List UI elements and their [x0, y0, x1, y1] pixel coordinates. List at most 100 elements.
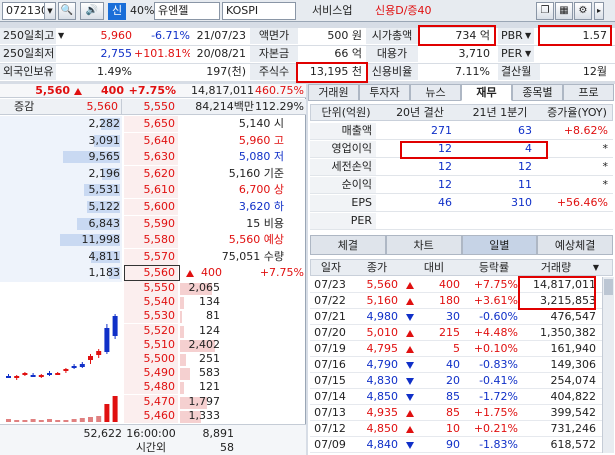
top-toolbar: 072130 ▼ 🔍 🔊 신 40% 유엔젤 KOSPI 서비스업 신용D/증4…: [0, 0, 615, 22]
daily-close: 4,795: [366, 342, 399, 355]
up-arrow-icon: [406, 293, 414, 309]
search-icon[interactable]: 🔍: [58, 2, 76, 20]
daily-close: 4,935: [366, 406, 399, 419]
dropdown-icon[interactable]: ▼: [58, 28, 68, 44]
bid-price[interactable]: 5,520: [124, 323, 178, 338]
ask-row[interactable]: 9,565 5,630 5,080 저: [0, 149, 306, 166]
ask-price[interactable]: 5,570: [124, 248, 178, 265]
daily-row[interactable]: 07/13 4,935 85 +1.75% 399,542: [310, 405, 602, 421]
tab-0[interactable]: 거래원: [308, 84, 359, 101]
ask-row[interactable]: 5,531 5,610 6,700 상: [0, 182, 306, 199]
ask-price[interactable]: 5,650: [124, 116, 178, 132]
bid-price[interactable]: 5,460: [124, 408, 178, 423]
daily-rate: -0.83%: [479, 358, 518, 371]
daily-volume: 161,940: [550, 342, 597, 355]
ask-price[interactable]: 5,640: [124, 132, 178, 149]
subtab-0[interactable]: 체결: [310, 235, 386, 255]
fin-label: PER: [310, 213, 376, 229]
daily-close: 5,010: [366, 326, 399, 339]
expand-icon[interactable]: ▸: [594, 2, 604, 20]
subtab-2[interactable]: 일별: [461, 235, 538, 255]
daily-row[interactable]: 07/15 4,830 20 -0.41% 254,074: [310, 373, 602, 389]
ask-info: 5,140 시: [238, 117, 284, 130]
ask-price[interactable]: 5,610: [124, 182, 178, 199]
high-date: 21/07/23: [196, 29, 246, 42]
bid-qty: 124: [199, 323, 220, 337]
header-change-label: 증감: [14, 100, 35, 113]
bid-price[interactable]: 5,480: [124, 380, 178, 395]
daily-row[interactable]: 07/12 4,850 10 +0.21% 731,246: [310, 421, 602, 437]
orderbook-header: 증감 5,560 5,550 84,214백만 112.29%: [0, 99, 306, 115]
per-dropdown-icon[interactable]: ▼: [525, 46, 535, 62]
ask-qty: 2,196: [88, 166, 121, 180]
fin-row: EPS 46 310 +56.46%: [310, 194, 613, 212]
ask-price[interactable]: 5,630: [124, 149, 178, 166]
candle-body: [6, 376, 11, 378]
ask-qty: 1,183: [88, 266, 121, 280]
ask-price[interactable]: 5,590: [124, 215, 178, 232]
tab-1[interactable]: 투자자: [359, 84, 410, 101]
ask-row[interactable]: 3,091 5,640 5,960 고: [0, 132, 306, 150]
volume-bar: [47, 419, 52, 422]
fin-label: 세전손익: [310, 159, 376, 175]
volume-dropdown-icon[interactable]: ▼: [591, 260, 601, 276]
ask-info: 5,080 저: [238, 150, 284, 164]
tab-2[interactable]: 뉴스: [410, 84, 461, 101]
bid-price[interactable]: 5,540: [124, 295, 178, 310]
speaker-icon[interactable]: 🔊: [80, 2, 104, 20]
tab-4[interactable]: 종목별: [512, 84, 563, 101]
header-amount: 84,214백만: [195, 100, 254, 113]
daily-row[interactable]: 07/21 4,980 30 -0.60% 476,547: [310, 309, 602, 325]
ask-price[interactable]: 5,580: [124, 232, 178, 249]
bid-price[interactable]: 5,470: [124, 394, 178, 409]
ask-row[interactable]: 2,196 5,620 5,160 기준: [0, 165, 306, 183]
stock-name: 유엔젤: [158, 4, 189, 17]
subtab-1[interactable]: 차트: [385, 235, 462, 255]
copy-icon[interactable]: ❐: [536, 2, 554, 20]
daily-row[interactable]: 07/19 4,795 5 +0.10% 161,940: [310, 341, 602, 357]
fin-h-2021q1: 21년 1분기: [472, 106, 528, 119]
volume-bar: [96, 416, 102, 422]
bid-price[interactable]: 5,500: [124, 352, 178, 366]
fin-2021q1: 63: [518, 124, 532, 137]
daily-h-rate: 등락률: [478, 261, 510, 274]
daily-row[interactable]: 07/09 4,840 90 -1.83% 618,572: [310, 437, 602, 453]
tab-5[interactable]: 프로: [563, 84, 614, 101]
settings-icon[interactable]: ⚙: [574, 2, 592, 20]
daily-volume: 149,306: [550, 358, 597, 371]
code-dropdown-icon[interactable]: ▼: [44, 2, 56, 20]
ask-row[interactable]: 11,998 5,580 5,560 예상: [0, 232, 306, 249]
daily-row[interactable]: 07/14 4,850 85 -1.72% 404,822: [310, 389, 602, 405]
daily-row[interactable]: 07/20 5,010 215 +4.48% 1,350,382: [310, 325, 602, 341]
daily-rate: -0.41%: [479, 374, 518, 387]
bid-price[interactable]: 5,510: [124, 337, 178, 352]
volume-bar: [79, 418, 85, 422]
daily-rate: -1.83%: [479, 438, 518, 451]
daily-row[interactable]: 07/16 4,790 40 -0.83% 149,306: [310, 357, 602, 373]
bid-price[interactable]: 5,490: [124, 366, 178, 381]
market-field: KOSPI: [222, 2, 296, 20]
ask-row[interactable]: 2,282 5,650 5,140 시: [0, 116, 306, 133]
bid-price[interactable]: 5,550: [124, 281, 178, 295]
calculator-icon[interactable]: ▦: [555, 2, 573, 20]
tab-3[interactable]: 재무: [461, 84, 512, 101]
fin-yoy: +56.46%: [556, 196, 608, 209]
ask-row[interactable]: 4,811 5,570 75,051 수량: [0, 248, 306, 266]
daily-volume: 254,074: [550, 374, 597, 387]
stock-name-field[interactable]: 유엔젤: [154, 2, 220, 20]
subtab-3[interactable]: 예상체결: [537, 235, 613, 255]
header-price-2: 5,550: [143, 100, 176, 113]
ask-price[interactable]: 5,600: [124, 199, 178, 215]
bid-price[interactable]: 5,530: [124, 309, 178, 324]
ask-row[interactable]: 5,122 5,600 3,620 하: [0, 199, 306, 216]
high-price: 5,960: [100, 29, 133, 42]
ask-qty: 2,282: [88, 117, 121, 130]
candle-body: [55, 373, 61, 375]
ask-row[interactable]: 6,843 5,590 15 비용: [0, 215, 306, 233]
scrollbar-thumb[interactable]: [604, 279, 613, 295]
ask-info: 6,700 상: [238, 183, 284, 197]
ask-price[interactable]: 5,620: [124, 165, 178, 182]
pbr-dropdown-icon[interactable]: ▼: [525, 28, 535, 44]
daily-scrollbar[interactable]: [602, 277, 614, 453]
daily-rate: +1.75%: [473, 406, 518, 419]
